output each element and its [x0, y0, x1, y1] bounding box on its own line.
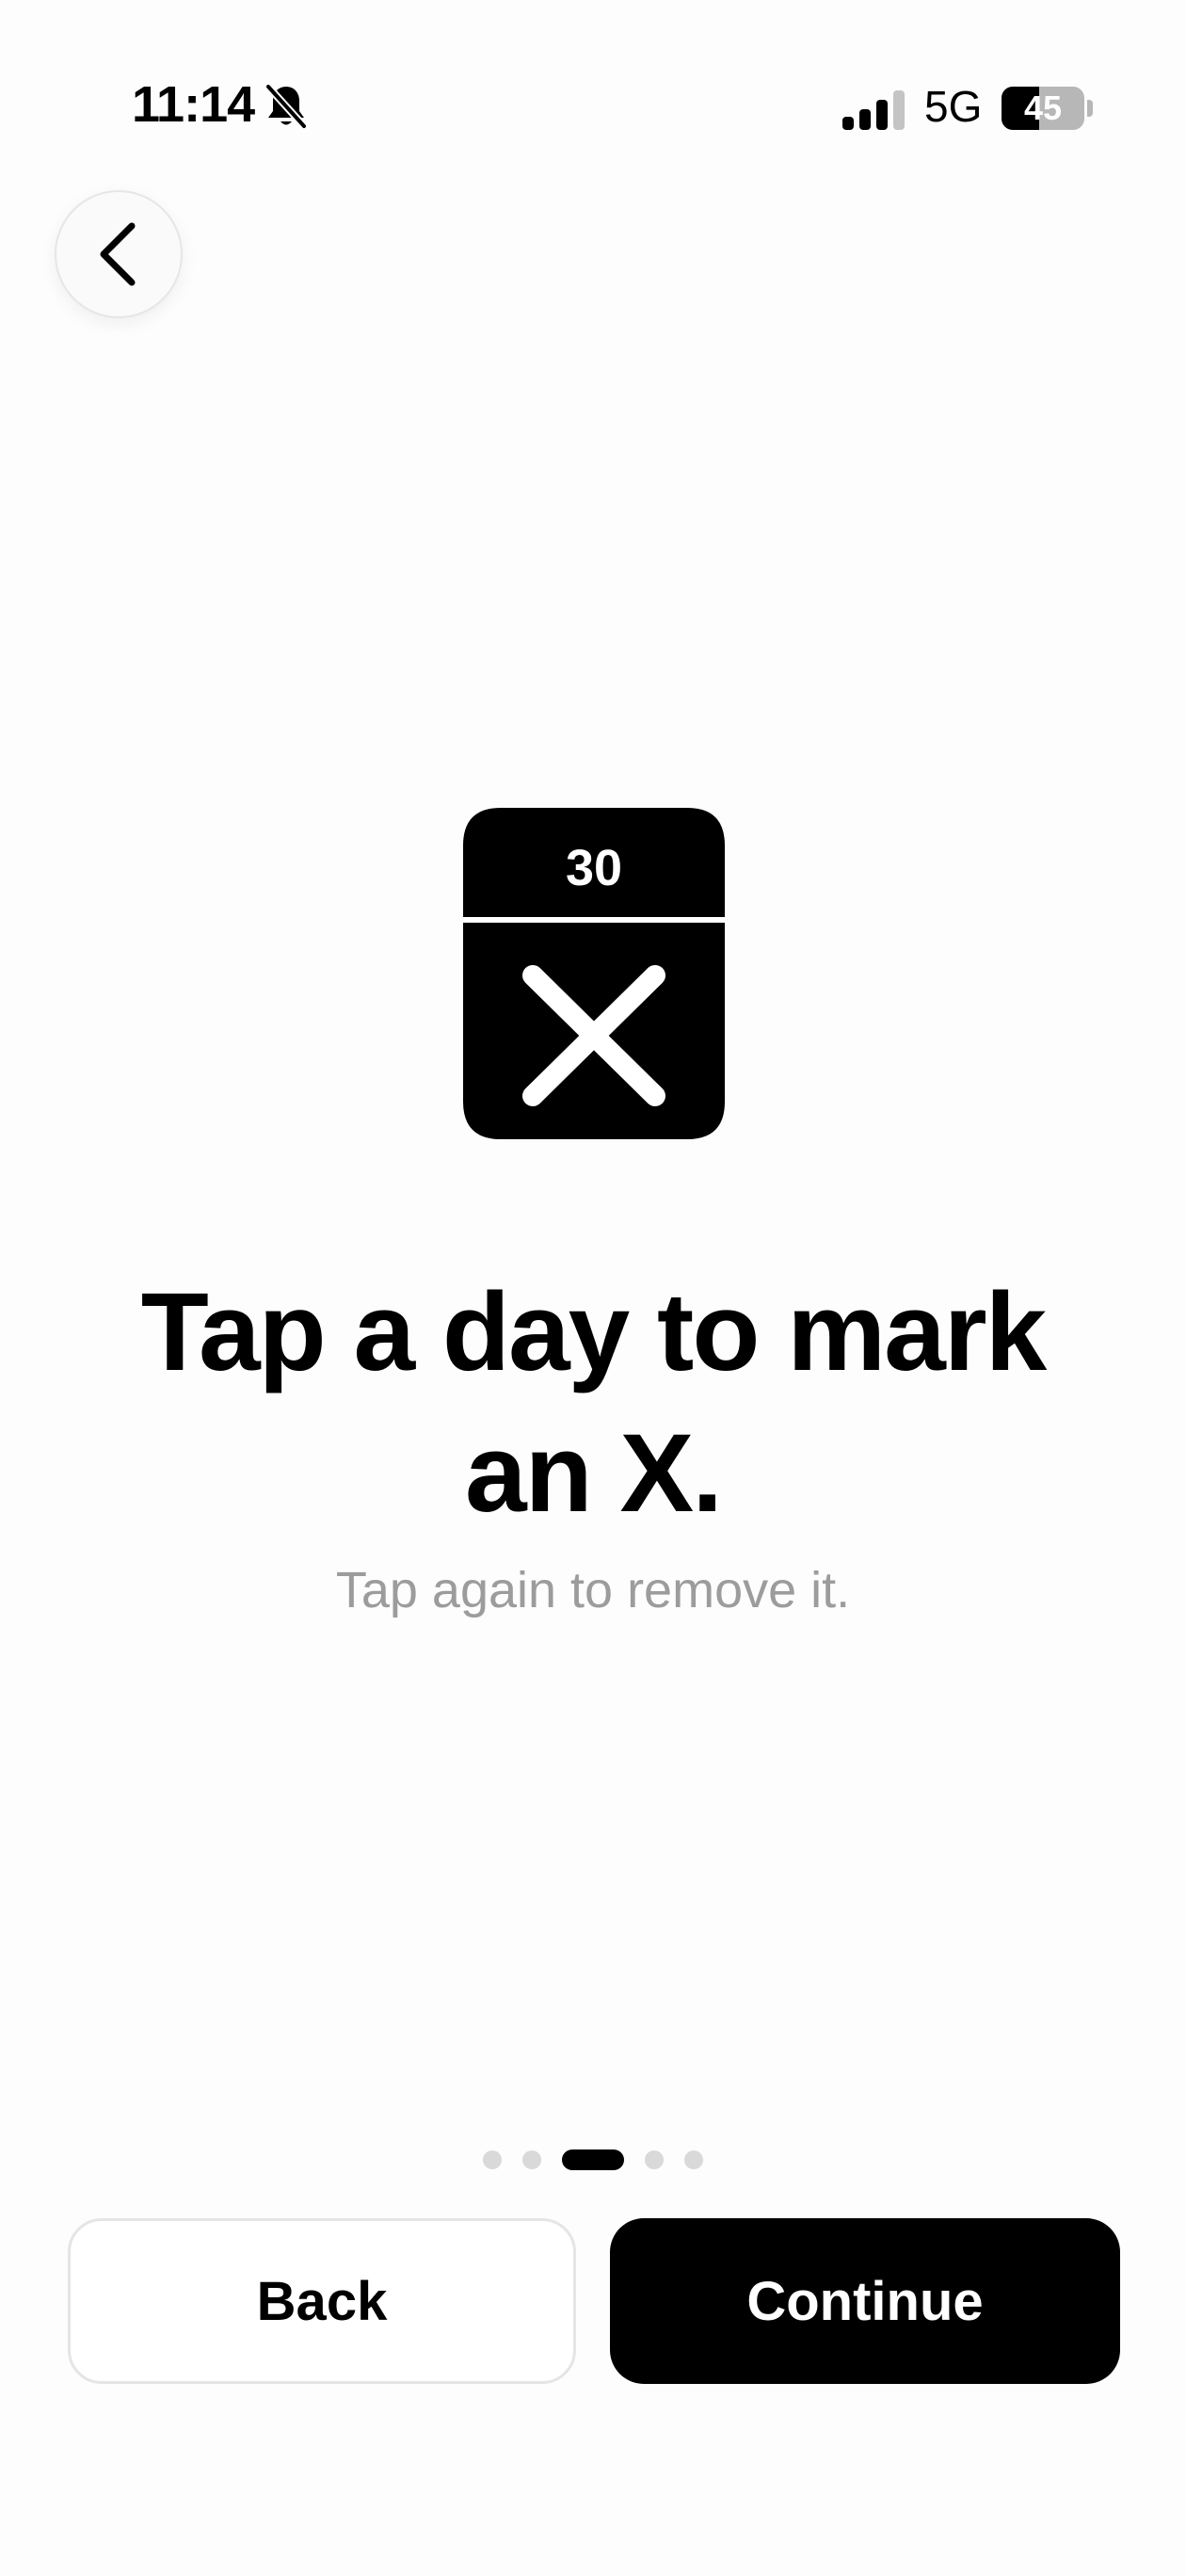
title-line-1: Tap a day to mark	[140, 1270, 1048, 1394]
bell-slash-icon	[264, 83, 308, 130]
chevron-left-icon	[100, 222, 136, 286]
page-subtitle: Tap again to remove it.	[335, 1562, 851, 1618]
battery-icon: 45	[1002, 87, 1096, 130]
calendar-day-number: 30	[566, 840, 622, 896]
status-bar: 11:14 5G 45	[0, 0, 1186, 188]
page-dot-active	[562, 2149, 624, 2170]
page-indicator	[0, 2149, 1186, 2171]
page-dot	[645, 2150, 664, 2169]
page-dot	[522, 2150, 541, 2169]
calendar-x-icon: 30	[463, 808, 725, 1139]
network-type: 5G	[924, 82, 983, 131]
status-time: 11:14	[132, 76, 255, 133]
continue-button[interactable]: Continue	[610, 2218, 1120, 2384]
back-button[interactable]: Back	[68, 2218, 576, 2384]
title-line-2: an X.	[465, 1411, 723, 1536]
nav-back-button[interactable]	[55, 190, 183, 318]
signal-bars-icon	[842, 90, 905, 130]
page-title: Tap a day to mark an X.	[75, 1262, 1111, 1544]
battery-level: 45	[1023, 89, 1063, 127]
page-dot	[483, 2150, 502, 2169]
page-dot	[684, 2150, 703, 2169]
onboarding-screen: 11:14 5G 45 30 Tap a day to mark an X. T…	[0, 0, 1186, 2576]
